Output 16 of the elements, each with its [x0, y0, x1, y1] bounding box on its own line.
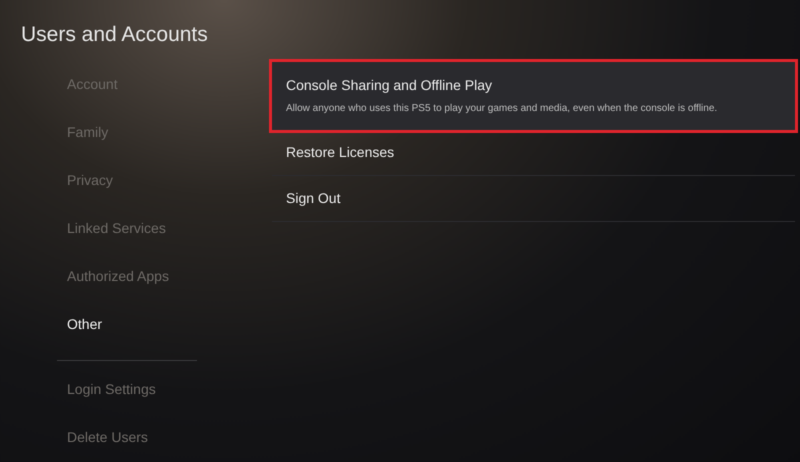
sidebar-item[interactable]: Other [67, 300, 272, 348]
sidebar-item[interactable]: Linked Services [67, 204, 272, 252]
menu-option[interactable]: Console Sharing and Offline Play Allow anyone who uses this PS5 to play your games and media, even when the console is offline. [272, 62, 795, 130]
sidebar-item[interactable]: Delete Users [67, 413, 197, 461]
sidebar-item[interactable]: Login Settings [67, 365, 197, 413]
menu-option[interactable]: Sign Out [272, 176, 795, 222]
sidebar-item[interactable]: Family [67, 108, 272, 156]
sidebar-item[interactable]: Authorized Apps [67, 252, 272, 300]
option-title: Sign Out [286, 189, 342, 208]
menu-option[interactable]: Restore Licenses [272, 130, 795, 176]
option-title: Console Sharing and Offline Play [286, 76, 493, 95]
sidebar-item[interactable]: Account [67, 60, 272, 108]
sidebar-item[interactable]: Privacy [67, 156, 272, 204]
option-description: Allow anyone who uses this PS5 to play your games and media, even when the console is offline. [286, 102, 718, 116]
page-title: Users and Accounts [21, 22, 209, 48]
option-title: Restore Licenses [286, 143, 396, 162]
